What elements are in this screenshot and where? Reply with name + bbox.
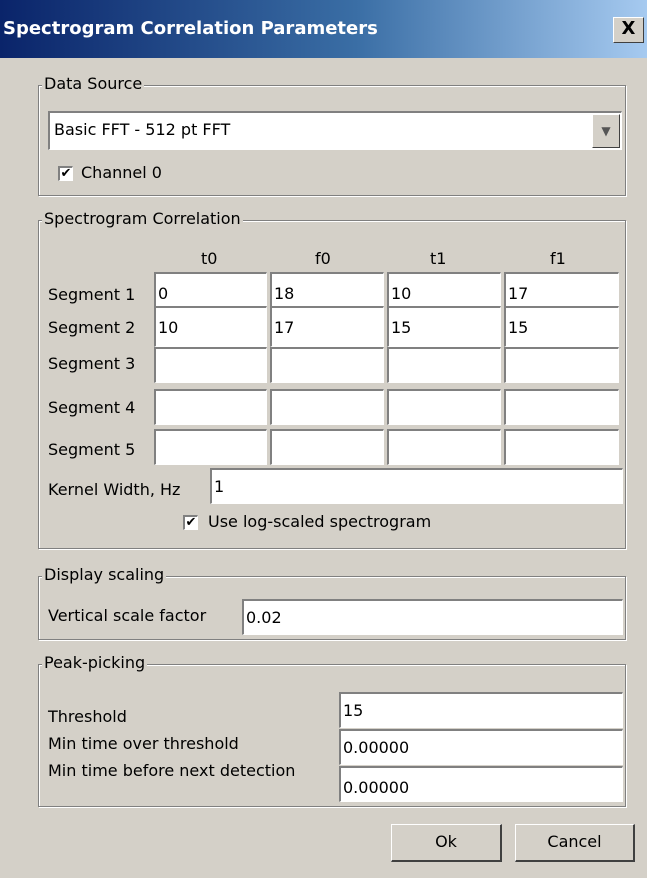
display-scaling-legend: Display scaling [42, 565, 167, 584]
channel-0-label: Channel 0 [81, 163, 162, 182]
segment-2-t1-input[interactable]: 15 [387, 306, 501, 347]
segment-5-f0-input[interactable] [270, 429, 384, 465]
close-button[interactable]: X [613, 17, 644, 43]
min-time-over-threshold-label: Min time over threshold [48, 734, 239, 753]
column-header-t1: t1 [430, 249, 447, 268]
segment-5-label: Segment 5 [48, 440, 136, 459]
spectrogram-correlation-legend: Spectrogram Correlation [42, 209, 243, 228]
kernel-width-input[interactable]: 1 [210, 468, 623, 504]
threshold-input[interactable]: 15 [339, 692, 623, 728]
segment-4-f0-input[interactable] [270, 389, 384, 425]
segment-5-f1-input[interactable] [504, 429, 619, 465]
segment-4-t1-input[interactable] [387, 389, 501, 425]
data-source-value: Basic FFT - 512 pt FFT [54, 120, 231, 139]
segment-3-t1-input[interactable] [387, 347, 501, 383]
log-scaled-label: Use log-scaled spectrogram [208, 512, 432, 531]
segment-3-f0-input[interactable] [270, 347, 384, 383]
segment-3-f1-input[interactable] [504, 347, 619, 383]
title-bar: Spectrogram Correlation Parameters X [0, 0, 647, 58]
dialog-window: Spectrogram Correlation Parameters X Dat… [0, 0, 647, 878]
chevron-down-icon[interactable]: ▼ [592, 114, 620, 148]
vertical-scale-input[interactable]: 0.02 [242, 599, 623, 635]
segment-4-label: Segment 4 [48, 398, 136, 417]
dialog-title: Spectrogram Correlation Parameters [3, 18, 378, 39]
column-header-t0: t0 [201, 249, 218, 268]
data-source-legend: Data Source [42, 74, 145, 93]
vertical-scale-label: Vertical scale factor [48, 606, 207, 625]
column-header-f0: f0 [315, 249, 331, 268]
segment-2-f0-input[interactable]: 17 [270, 306, 384, 347]
peak-picking-legend: Peak-picking [42, 653, 148, 672]
segment-4-f1-input[interactable] [504, 389, 619, 425]
segment-3-label: Segment 3 [48, 354, 136, 373]
data-source-select[interactable]: Basic FFT - 512 pt FFT ▼ [48, 111, 622, 150]
segment-3-t0-input[interactable] [154, 347, 267, 383]
threshold-label: Threshold [48, 707, 127, 726]
cancel-button[interactable]: Cancel [515, 824, 635, 862]
segment-5-t1-input[interactable] [387, 429, 501, 465]
segment-1-label: Segment 1 [48, 285, 136, 304]
channel-0-checkbox[interactable]: ✔ [58, 166, 73, 181]
column-header-f1: f1 [550, 249, 566, 268]
min-time-over-threshold-input[interactable]: 0.00000 [339, 729, 623, 765]
segment-4-t0-input[interactable] [154, 389, 267, 425]
log-scaled-checkbox[interactable]: ✔ [183, 515, 198, 530]
min-time-before-next-input[interactable]: 0.00000 [339, 766, 623, 802]
segment-2-t0-input[interactable]: 10 [154, 306, 267, 347]
segment-2-label: Segment 2 [48, 318, 136, 337]
kernel-width-label: Kernel Width, Hz [48, 480, 181, 499]
segment-2-f1-input[interactable]: 15 [504, 306, 619, 347]
min-time-before-next-label: Min time before next detection [48, 761, 296, 780]
ok-button[interactable]: Ok [391, 824, 502, 862]
segment-5-t0-input[interactable] [154, 429, 267, 465]
